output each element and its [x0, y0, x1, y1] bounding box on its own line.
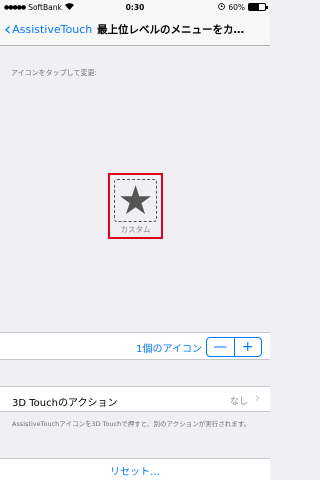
custom-icon-slot[interactable]: ★ カスタム [108, 173, 163, 239]
battery-icon [248, 3, 268, 11]
icon-count-stepper[interactable]: — + [206, 337, 262, 357]
3d-touch-value: なし [229, 397, 248, 407]
alarm-icon [218, 2, 226, 12]
back-button[interactable]: ‹ AssistiveTouch [4, 18, 93, 40]
status-right: 60% [218, 2, 268, 12]
icon-frame: ★ [114, 179, 157, 222]
chevron-left-icon: ‹ [4, 18, 12, 40]
reset-row[interactable]: リセット… [0, 458, 270, 480]
icon-label: カスタム [120, 225, 151, 234]
page-title: 最上位レベルのメニューをカ… [97, 24, 244, 36]
instruction-text: アイコンをタップして変更: [11, 69, 97, 77]
icon-count-label: 1個のアイコン [136, 344, 202, 355]
chevron-right-icon: › [254, 391, 260, 406]
status-bar: ●●●●● SoftBank 0:30 60% [0, 0, 270, 14]
3d-touch-label: 3D Touchのアクション [12, 398, 118, 409]
battery-percent: 60% [228, 2, 245, 12]
3d-touch-footnote: AssistiveTouchアイコンを3D Touchで押すと、別のアクションが… [12, 420, 251, 428]
icon-count-row: 1個のアイコン — + [0, 332, 270, 360]
reset-button[interactable]: リセット… [0, 463, 270, 478]
3d-touch-action-row[interactable]: 3D Touchのアクション なし › [0, 386, 270, 412]
decrement-button[interactable]: — [207, 338, 234, 356]
back-label: AssistiveTouch [12, 23, 93, 36]
navigation-bar: ‹ AssistiveTouch 最上位レベルのメニューをカ… [0, 14, 270, 46]
increment-button[interactable]: + [235, 338, 262, 356]
battery-fill [249, 4, 259, 10]
star-icon: ★ [117, 177, 154, 224]
